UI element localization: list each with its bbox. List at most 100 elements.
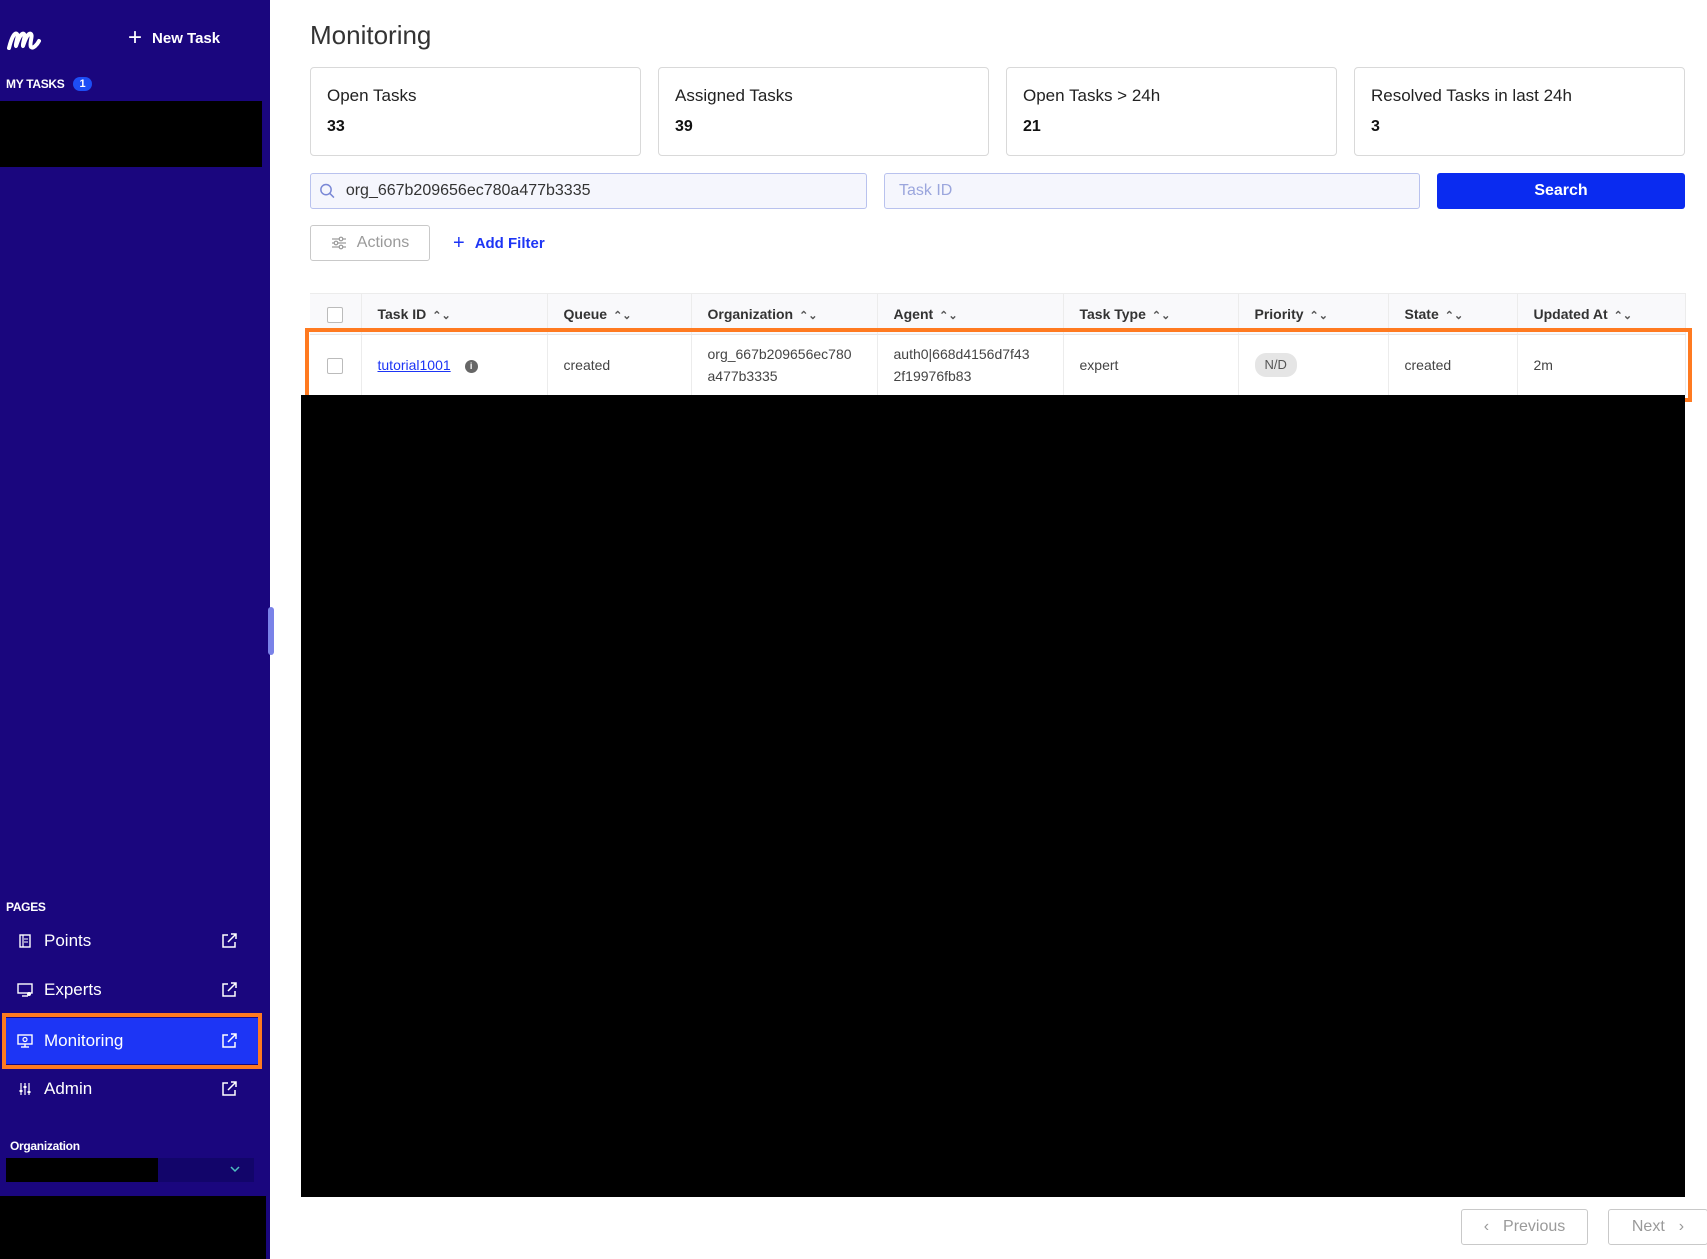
organization-line: org_667b209656ec780	[707, 346, 852, 362]
search-input[interactable]	[343, 181, 866, 201]
select-all-checkbox[interactable]	[327, 306, 344, 323]
column-header-organization[interactable]: Organization ⌃⌄	[691, 293, 878, 335]
sidebar: + New Task MY TASKS 1 PAGES Points Exper…	[0, 0, 270, 1259]
sidebar-item-points[interactable]: Points	[6, 918, 258, 964]
column-header-updated-at[interactable]: Updated At ⌃⌄	[1517, 293, 1686, 335]
sort-icon[interactable]: ⌃⌄	[432, 310, 450, 322]
updated-at-cell: 2m	[1517, 334, 1686, 395]
stat-label: Assigned Tasks	[675, 86, 793, 105]
sort-icon[interactable]: ⌃⌄	[613, 310, 631, 322]
redacted-table-area	[301, 395, 1685, 1197]
next-label: Next	[1631, 1218, 1665, 1235]
plus-icon: +	[128, 24, 143, 51]
sort-icon[interactable]: ⌃⌄	[1152, 310, 1170, 322]
my-tasks-label: MY TASKS	[6, 77, 65, 91]
sidebar-item-monitoring[interactable]: Monitoring	[6, 1018, 258, 1064]
column-label: Task ID	[377, 306, 427, 322]
column-label: Updated At	[1533, 306, 1608, 322]
column-label: State	[1404, 306, 1439, 322]
sidebar-item-label: Admin	[44, 1079, 93, 1098]
actions-label: Actions	[356, 234, 410, 251]
task-id-link[interactable]: tutorial1001	[378, 357, 451, 373]
organization-cell: org_667b209656ec780 a477b3335	[691, 334, 878, 395]
search-field[interactable]	[310, 173, 867, 209]
column-header-task-type[interactable]: Task Type ⌃⌄	[1063, 293, 1239, 335]
column-label: Task Type	[1079, 306, 1146, 322]
select-all-cell[interactable]	[310, 293, 362, 335]
priority-cell: N/D	[1238, 334, 1389, 395]
task-type-cell: expert	[1063, 334, 1239, 395]
new-task-label: New Task	[152, 29, 221, 47]
stat-card-open-tasks: Open Tasks 33	[310, 67, 641, 156]
main-content: Monitoring Open Tasks 33 Assigned Tasks …	[268, 0, 1707, 1259]
previous-label: Previous	[1503, 1218, 1566, 1235]
column-header-task-id[interactable]: Task ID ⌃⌄	[361, 293, 548, 335]
stat-label: Open Tasks	[327, 86, 417, 105]
column-label: Priority	[1254, 306, 1304, 322]
organization-select[interactable]	[6, 1158, 254, 1182]
stat-value: 21	[1023, 118, 1041, 135]
sort-icon[interactable]: ⌃⌄	[799, 310, 817, 322]
my-tasks-count-badge: 1	[72, 77, 93, 91]
external-link-icon[interactable]	[220, 981, 238, 999]
sidebar-item-label: Experts	[44, 980, 102, 999]
plus-icon: +	[453, 232, 465, 254]
column-header-priority[interactable]: Priority ⌃⌄	[1238, 293, 1389, 335]
redacted-task-list	[0, 101, 262, 167]
points-icon	[16, 932, 34, 950]
column-header-agent[interactable]: Agent ⌃⌄	[877, 293, 1064, 335]
previous-page-button[interactable]: ‹ Previous	[1461, 1209, 1588, 1245]
stat-value: 39	[675, 118, 693, 135]
table-row[interactable]: tutorial1001 i created org_667b209656ec78…	[310, 334, 1686, 395]
task-id-cell: tutorial1001 i	[361, 334, 548, 395]
search-button[interactable]: Search	[1437, 173, 1685, 209]
external-link-icon[interactable]	[220, 932, 238, 950]
stat-label: Open Tasks > 24h	[1023, 86, 1161, 105]
my-tasks-header[interactable]: MY TASKS 1	[6, 77, 93, 91]
external-link-icon[interactable]	[220, 1080, 238, 1098]
column-header-state[interactable]: State ⌃⌄	[1388, 293, 1518, 335]
new-task-button[interactable]: + New Task	[128, 24, 221, 51]
tasks-table: Task ID ⌃⌄ Queue ⌃⌄ Organization ⌃⌄ Agent ⌃⌄…	[310, 293, 1686, 395]
add-filter-button[interactable]: + Add Filter	[453, 232, 545, 255]
admin-icon	[16, 1080, 34, 1098]
task-id-field[interactable]	[884, 173, 1420, 209]
actions-button[interactable]: Actions	[310, 225, 430, 261]
sidebar-item-experts[interactable]: Experts	[6, 967, 258, 1013]
redacted-user-panel	[0, 1196, 266, 1259]
search-icon	[320, 183, 335, 199]
task-id-input[interactable]	[897, 181, 1419, 201]
external-link-icon[interactable]	[220, 1032, 238, 1050]
logo-icon[interactable]	[6, 26, 46, 52]
info-icon[interactable]: i	[464, 359, 478, 373]
sort-icon[interactable]: ⌃⌄	[1614, 310, 1632, 322]
queue-cell: created	[547, 334, 692, 395]
monitoring-icon	[16, 1032, 34, 1050]
row-select-cell[interactable]	[310, 334, 362, 395]
column-label: Organization	[707, 306, 794, 322]
sidebar-item-admin[interactable]: Admin	[6, 1066, 258, 1112]
redacted-organization	[6, 1158, 158, 1182]
sliders-icon	[331, 236, 346, 250]
column-header-queue[interactable]: Queue ⌃⌄	[547, 293, 692, 335]
sidebar-collapse-handle[interactable]	[268, 607, 274, 655]
sidebar-item-label: Points	[44, 931, 92, 950]
next-page-button[interactable]: Next ›	[1608, 1209, 1707, 1245]
sort-icon[interactable]: ⌃⌄	[1445, 310, 1463, 322]
stat-card-assigned-tasks: Assigned Tasks 39	[658, 67, 989, 156]
sort-icon[interactable]: ⌃⌄	[1310, 310, 1328, 322]
sidebar-item-label: Monitoring	[44, 1031, 124, 1050]
sort-icon[interactable]: ⌃⌄	[939, 310, 957, 322]
agent-line: auth0|668d4156d7f43	[893, 346, 1030, 362]
pages-section-label: PAGES	[6, 900, 46, 914]
experts-icon	[16, 981, 34, 999]
agent-cell: auth0|668d4156d7f43 2f19976fb83	[877, 334, 1064, 395]
stat-card-resolved-tasks: Resolved Tasks in last 24h 3	[1354, 67, 1685, 156]
agent-line: 2f19976fb83	[893, 368, 972, 384]
add-filter-label: Add Filter	[474, 235, 545, 252]
stat-label: Resolved Tasks in last 24h	[1371, 86, 1572, 105]
page-title: Monitoring	[310, 20, 432, 50]
stat-card-open-tasks-24h: Open Tasks > 24h 21	[1006, 67, 1337, 156]
row-checkbox[interactable]	[327, 358, 344, 375]
chevron-left-icon: ‹	[1483, 1218, 1490, 1235]
